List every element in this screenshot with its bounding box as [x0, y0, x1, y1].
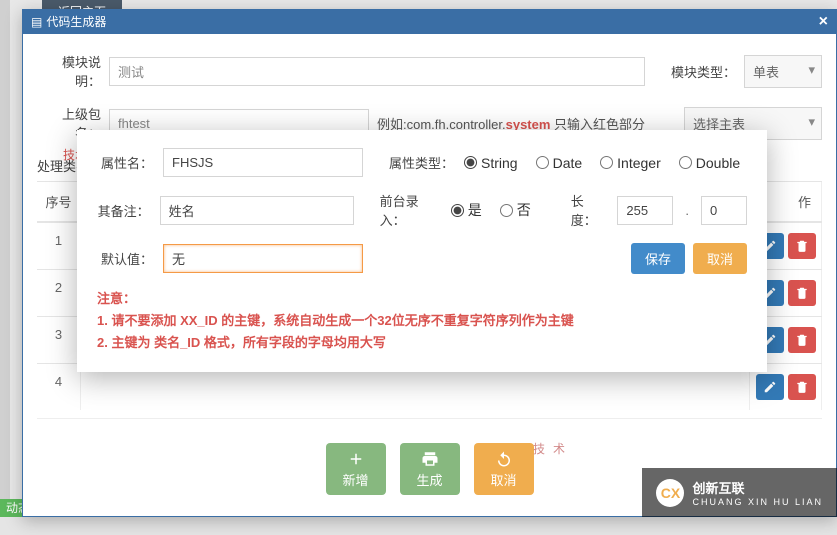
- radio-no[interactable]: 否: [500, 200, 531, 220]
- module-type-select[interactable]: 单表: [744, 55, 822, 88]
- modal-title: 代码生成器: [46, 10, 106, 34]
- length-label: 长度：: [571, 191, 608, 229]
- length-input[interactable]: [617, 196, 673, 225]
- default-input[interactable]: [163, 244, 363, 273]
- close-icon[interactable]: ×: [819, 10, 828, 34]
- module-desc-input[interactable]: [109, 57, 645, 86]
- radio-string[interactable]: String: [464, 155, 518, 171]
- decimal-input[interactable]: [701, 196, 747, 225]
- front-input-label: 前台录入：: [380, 191, 441, 229]
- delete-button[interactable]: [788, 374, 816, 400]
- decimal-separator: .: [685, 203, 689, 218]
- radio-yes[interactable]: 是: [451, 200, 482, 220]
- attr-name-label: 属性名：: [97, 153, 153, 172]
- radio-date[interactable]: Date: [536, 155, 583, 171]
- col-seq-header: 序号: [37, 182, 81, 221]
- attr-type-label: 属性类型：: [389, 153, 454, 172]
- small-watermark: 技术: [533, 440, 573, 457]
- cancel-button[interactable]: 取消: [474, 443, 534, 495]
- radio-integer[interactable]: Integer: [600, 155, 661, 171]
- module-type-label: 模块类型：: [671, 62, 736, 81]
- remark-input[interactable]: [160, 196, 354, 225]
- dialog-save-button[interactable]: 保存: [631, 243, 685, 274]
- add-button[interactable]: 新增: [326, 443, 386, 495]
- delete-button[interactable]: [788, 280, 816, 306]
- radio-double[interactable]: Double: [679, 155, 740, 171]
- attr-type-radio-group: String Date Integer Double: [464, 155, 740, 171]
- plus-icon: [347, 450, 365, 468]
- undo-icon: [495, 450, 513, 468]
- remark-label: 其备注：: [97, 201, 150, 220]
- default-label: 默认值：: [97, 249, 153, 268]
- generate-button[interactable]: 生成: [400, 443, 460, 495]
- dialog-cancel-button[interactable]: 取消: [693, 243, 747, 274]
- module-desc-label: 模块说明：: [37, 52, 101, 90]
- attr-name-input[interactable]: [163, 148, 363, 177]
- print-icon: [421, 450, 439, 468]
- delete-button[interactable]: [788, 327, 816, 353]
- brand-logo: CX 创新互联 CHUANG XIN HU LIAN: [642, 468, 837, 517]
- edit-button[interactable]: [756, 374, 784, 400]
- notice-block: 注意： 1. 请不要添加 XX_ID 的主键，系统自动生成一个32位无序不重复字…: [97, 288, 747, 354]
- list-icon: ▤: [31, 10, 42, 34]
- delete-button[interactable]: [788, 233, 816, 259]
- logo-icon: CX: [656, 479, 684, 507]
- attribute-dialog: 属性名： 属性类型： String Date Integer Double 其备…: [77, 130, 767, 372]
